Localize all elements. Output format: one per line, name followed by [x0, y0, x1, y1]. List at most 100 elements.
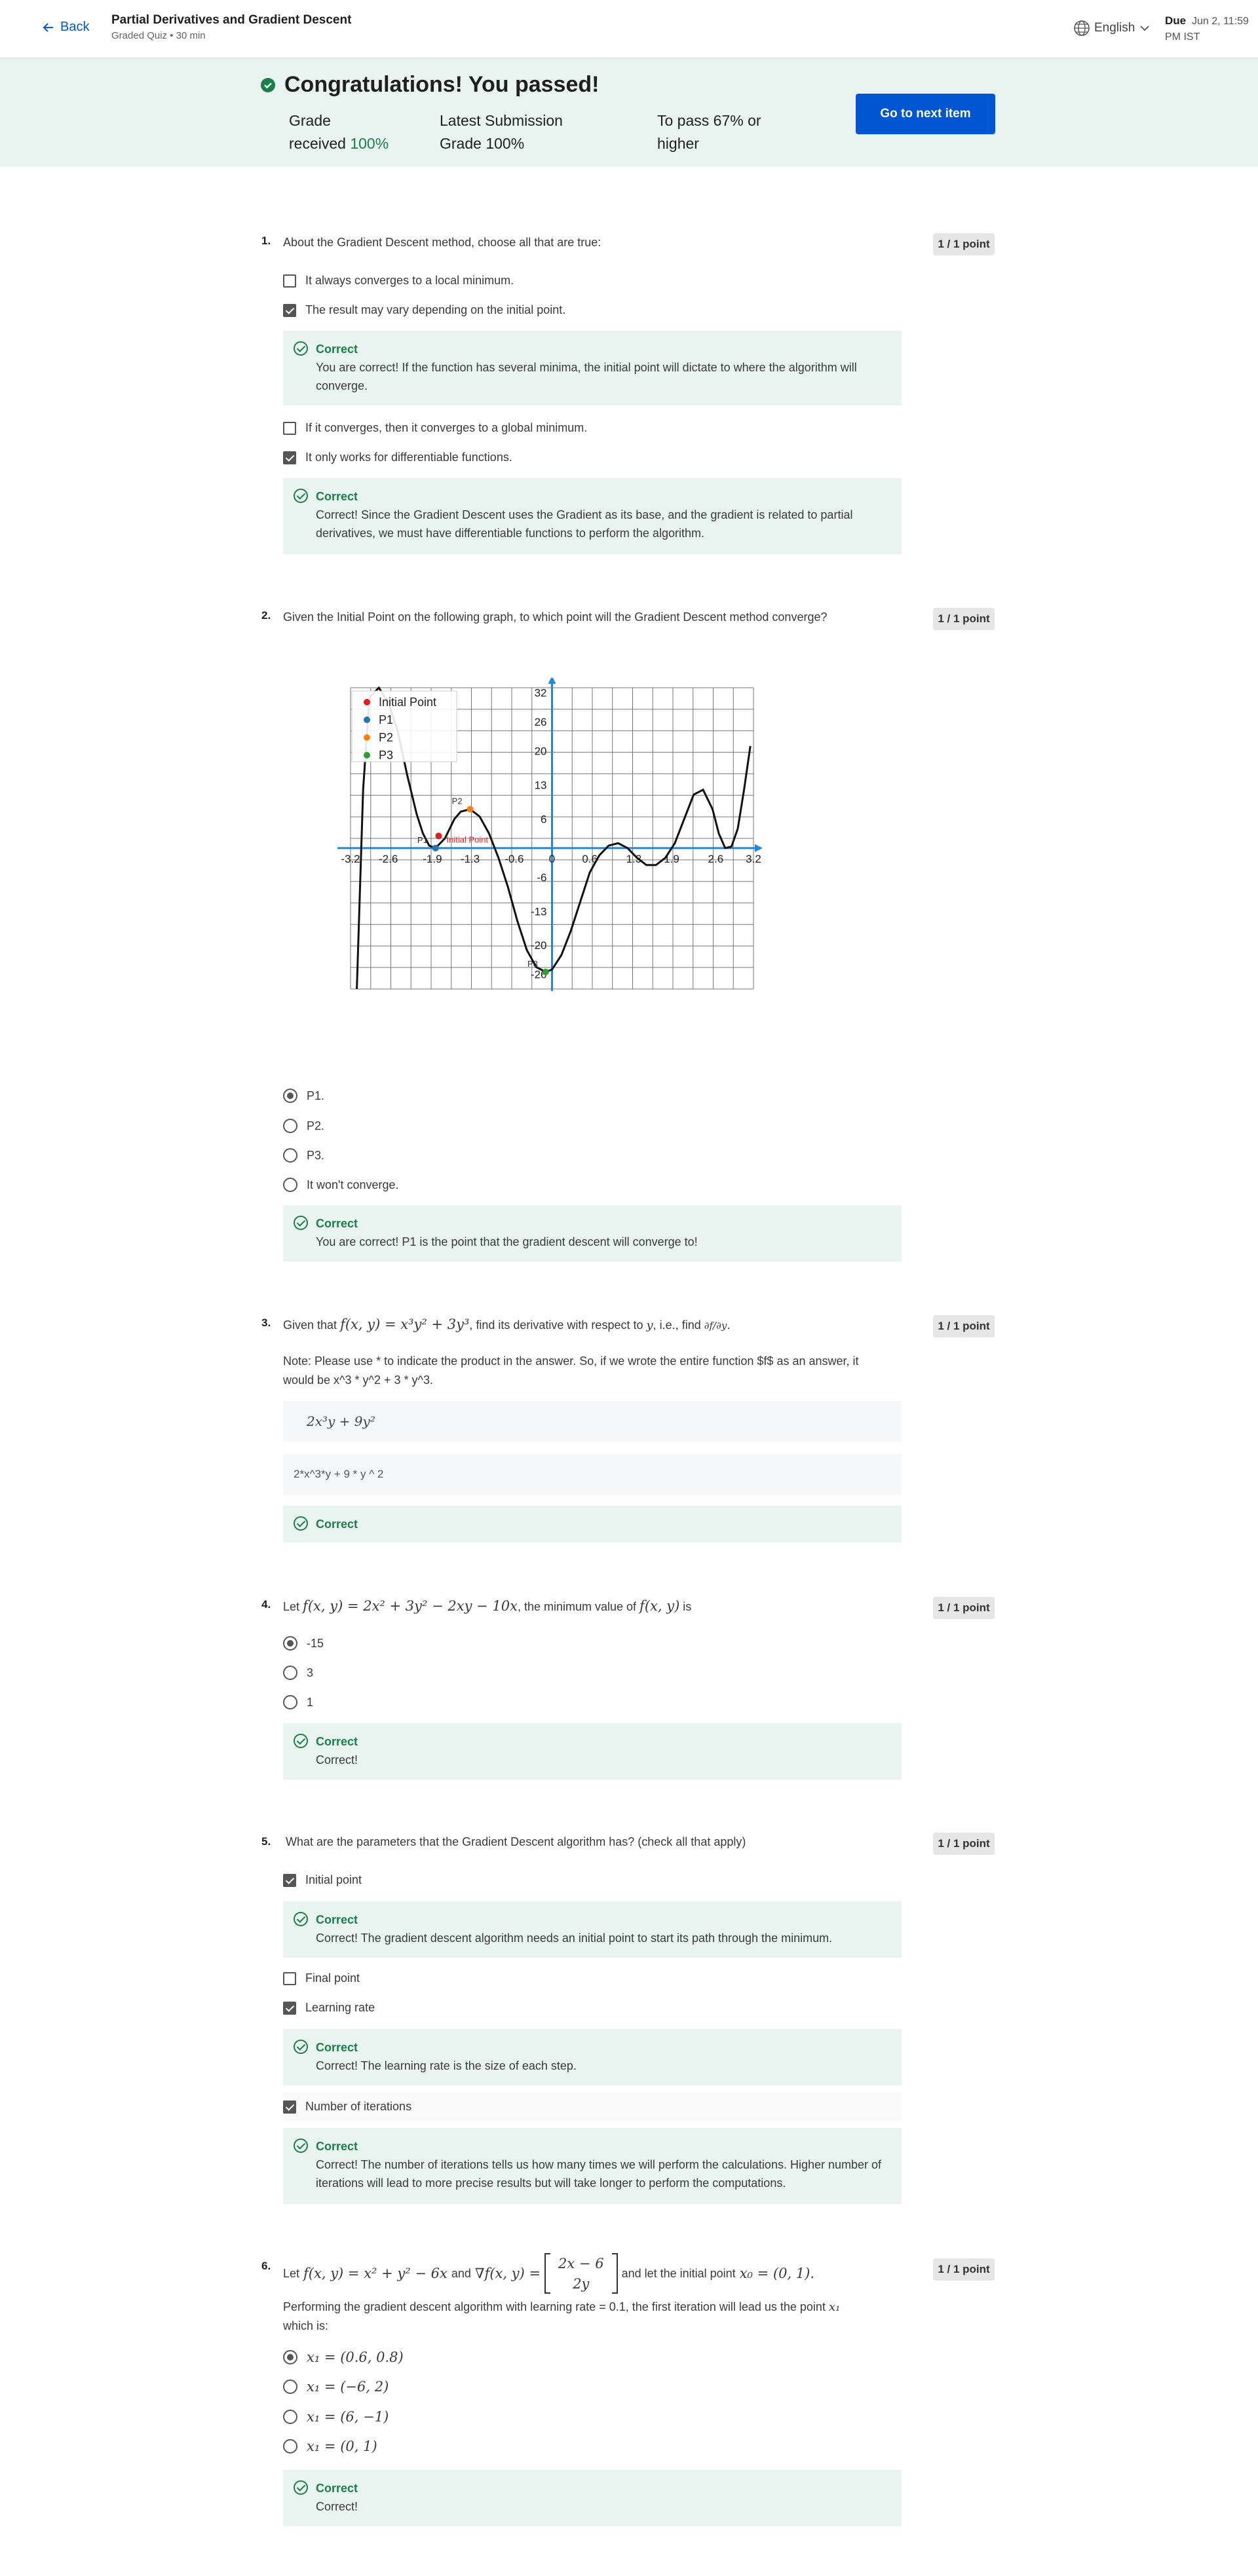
- pass-threshold: To pass 67% or higher: [657, 109, 761, 155]
- points-badge: 1 / 1 point: [933, 2258, 995, 2281]
- checkbox[interactable]: [283, 1971, 296, 1985]
- points-badge: 1 / 1 point: [933, 233, 995, 255]
- pass-value: 67%: [713, 112, 744, 129]
- note-line: Note: Please use * to indicate the produ…: [283, 1354, 859, 1368]
- back-button[interactable]: Back: [42, 20, 89, 35]
- math-expression: f(x, y): [639, 1598, 680, 1614]
- option[interactable]: P1.: [283, 1089, 324, 1103]
- option-label: The result may vary depending on the ini…: [305, 303, 566, 316]
- text-segment: Performing the gradient descent algorith…: [283, 2300, 826, 2313]
- feedback-correct: Correct Correct! The learning rate is th…: [283, 2029, 902, 2085]
- option-label: Number of iterations: [305, 2100, 412, 2113]
- radio-button[interactable]: [283, 2350, 297, 2364]
- option[interactable]: x₁ = (0, 1): [283, 2438, 377, 2454]
- y-tick-label: -13: [531, 905, 547, 918]
- checkbox[interactable]: [283, 274, 296, 288]
- congrats-text: Congratulations! You passed!: [284, 72, 600, 97]
- legend-label: P1: [379, 713, 393, 726]
- checkbox[interactable]: [283, 1873, 296, 1887]
- legend-marker: [364, 699, 370, 705]
- option[interactable]: It always converges to a local minimum.: [283, 274, 514, 288]
- correct-label: Correct: [316, 2041, 358, 2054]
- points-badge: 1 / 1 point: [933, 1597, 995, 1619]
- text-segment: and: [451, 2266, 471, 2280]
- option-label: Learning rate: [305, 2001, 375, 2014]
- points-badge: 1 / 1 point: [933, 1315, 995, 1337]
- pass-label-2: higher: [657, 135, 699, 152]
- option-label: x₁ = (−6, 2): [307, 2379, 389, 2395]
- legend-marker: [364, 717, 370, 723]
- radio-button[interactable]: [283, 1636, 297, 1651]
- checkbox[interactable]: [283, 421, 296, 435]
- option[interactable]: x₁ = (−6, 2): [283, 2379, 389, 2395]
- option[interactable]: Number of iterations: [283, 2100, 411, 2114]
- option[interactable]: If it converges, then it converges to a …: [283, 421, 587, 435]
- feedback-text: Correct! Since the Gradient Descent uses…: [316, 508, 853, 540]
- radio-button[interactable]: [283, 1666, 297, 1680]
- option[interactable]: Learning rate: [283, 2001, 375, 2015]
- option[interactable]: 1: [283, 1695, 313, 1709]
- feedback-correct: Correct Correct!: [283, 2470, 902, 2526]
- option[interactable]: P3.: [283, 1148, 324, 1163]
- radio-button[interactable]: [283, 2380, 297, 2394]
- chevron-down-icon: [1140, 26, 1149, 31]
- y-tick-label: -6: [537, 871, 546, 884]
- feedback-text: Correct!: [316, 2500, 358, 2513]
- question-number: 6.: [261, 2260, 271, 2272]
- y-tick-label: 13: [535, 779, 547, 791]
- option-label: P3.: [307, 1148, 325, 1162]
- text-segment: Let: [283, 1600, 300, 1613]
- option[interactable]: -15: [283, 1636, 324, 1651]
- back-label: Back: [60, 20, 90, 34]
- due-time: PM IST: [1165, 31, 1200, 43]
- feedback-correct: Correct Correct!: [283, 1723, 902, 1780]
- radio-button[interactable]: [283, 2439, 297, 2454]
- point-label: P1: [417, 835, 428, 845]
- text-segment: , find its derivative with respect to: [469, 1318, 643, 1332]
- checkbox[interactable]: [283, 2100, 296, 2114]
- radio-button[interactable]: [283, 1119, 297, 1133]
- point-label: P2: [452, 796, 463, 806]
- radio-button[interactable]: [283, 1695, 297, 1709]
- question-text: Given that f(x, y) = x³y² + 3y³, find it…: [283, 1316, 730, 1332]
- radio-button[interactable]: [283, 1148, 297, 1163]
- option[interactable]: It only works for differentiable functio…: [283, 451, 512, 464]
- latest-submission-grade: Latest Submission Grade 100%: [440, 109, 563, 155]
- feedback-text: Correct! The gradient descent algorithm …: [316, 1932, 833, 1945]
- grade-received: Grade received 100%: [289, 109, 389, 155]
- check-circle-icon: [294, 2040, 308, 2054]
- option[interactable]: 3: [283, 1666, 313, 1680]
- legend-label: Initial Point: [379, 696, 436, 709]
- answer-input[interactable]: 2*x^3*y + 9 * y ^ 2: [283, 1454, 902, 1495]
- preview-math: 2x³y + 9y²: [307, 1413, 375, 1429]
- option-label: x₁ = (6, −1): [307, 2409, 389, 2425]
- math-variable: x₁: [828, 2300, 841, 2314]
- language-selector[interactable]: English: [1073, 20, 1151, 37]
- matrix-entry: 2x − 6: [558, 2255, 604, 2271]
- option[interactable]: It won't converge.: [283, 1178, 399, 1192]
- feedback-correct: Correct Correct! The gradient descent al…: [283, 1901, 902, 1958]
- option[interactable]: The result may vary depending on the ini…: [283, 303, 565, 317]
- radio-button[interactable]: [283, 1178, 297, 1192]
- top-bar: Back Partial Derivatives and Gradient De…: [0, 0, 1258, 58]
- check-circle-icon: [294, 489, 308, 503]
- x-axis-arrow: [755, 844, 763, 852]
- point-marker: [435, 832, 442, 840]
- radio-button[interactable]: [283, 2410, 297, 2424]
- option[interactable]: Final point: [283, 1971, 360, 1985]
- option[interactable]: x₁ = (0.6, 0.8): [283, 2349, 404, 2365]
- question-number: 1.: [261, 234, 271, 247]
- feedback-correct: Correct You are correct! P1 is the point…: [283, 1205, 902, 1261]
- radio-button[interactable]: [283, 1089, 297, 1103]
- option-label: It won't converge.: [307, 1178, 399, 1191]
- option[interactable]: x₁ = (6, −1): [283, 2409, 389, 2425]
- text-segment: which is:: [283, 2319, 329, 2332]
- next-item-button[interactable]: Go to next item: [856, 94, 995, 134]
- correct-label: Correct: [316, 1913, 358, 1926]
- checkbox[interactable]: [283, 303, 296, 317]
- checkbox[interactable]: [283, 451, 296, 464]
- checkbox[interactable]: [283, 2001, 296, 2015]
- option[interactable]: P2.: [283, 1119, 324, 1133]
- y-tick-label: 20: [535, 745, 547, 757]
- option[interactable]: Initial point: [283, 1873, 362, 1887]
